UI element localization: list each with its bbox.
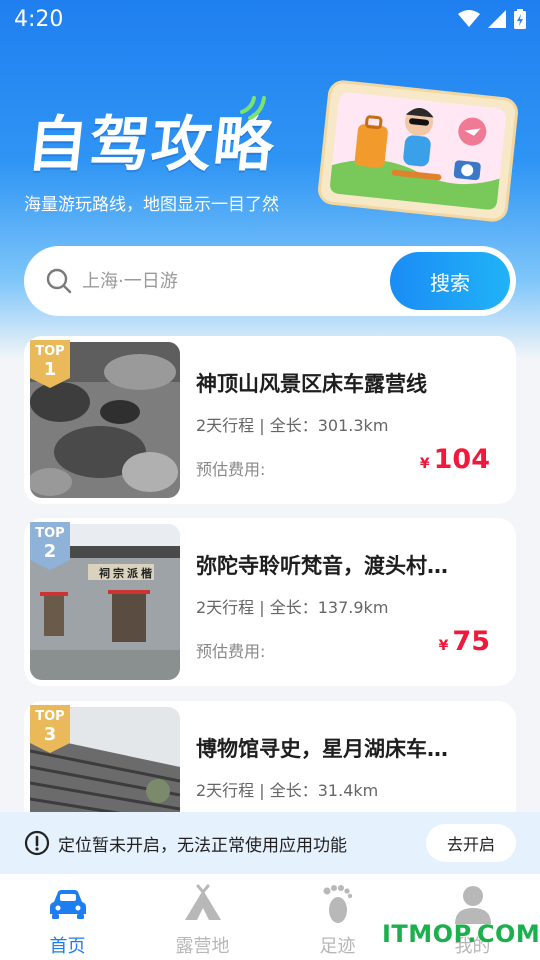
tent-icon bbox=[184, 884, 221, 920]
route-meta: 2天行程 | 全长：301.3km bbox=[196, 416, 389, 435]
location-notice-text: 定位暂未开启，无法正常使用应用功能 bbox=[58, 835, 347, 856]
tab-label: 首页 bbox=[49, 936, 86, 957]
hero-illustration bbox=[318, 80, 518, 222]
rank-badge: TOP 1 bbox=[30, 340, 70, 388]
search-input[interactable] bbox=[82, 270, 362, 292]
wifi-icon bbox=[458, 10, 480, 27]
route-card[interactable]: 祠宗派楷 TOP 2 弥陀寺聆听梵音，渡头村… 2天行程 | 全长：137.9k… bbox=[24, 518, 516, 686]
route-title: 弥陀寺聆听梵音，渡头村… bbox=[196, 554, 448, 578]
route-card[interactable]: TOP 1 神顶山风景区床车露营线 2天行程 | 全长：301.3km 预估费用… bbox=[24, 336, 516, 504]
watermark: ITMOP.COM bbox=[382, 920, 540, 948]
rank-badge: TOP 2 bbox=[30, 522, 70, 570]
route-price: ¥75 bbox=[438, 626, 490, 657]
status-time: 4:20 bbox=[14, 6, 64, 32]
signal-waves-icon bbox=[240, 96, 266, 120]
tab-label: 露营地 bbox=[175, 936, 230, 957]
tab-label: 足迹 bbox=[319, 936, 356, 957]
status-icons bbox=[458, 9, 526, 29]
search-button[interactable]: 搜索 bbox=[390, 252, 510, 310]
enable-location-button[interactable]: 去开启 bbox=[426, 824, 516, 862]
cost-label: 预估费用: bbox=[196, 460, 266, 479]
temple-sign-text: 祠宗派楷 bbox=[99, 567, 155, 580]
tab-campsite[interactable]: 露营地 bbox=[135, 874, 270, 960]
status-bar: 4:20 bbox=[0, 0, 540, 38]
route-meta: 2天行程 | 全长：137.9km bbox=[196, 598, 389, 617]
signal-icon bbox=[488, 10, 506, 28]
cost-label: 预估费用: bbox=[196, 642, 266, 661]
tab-home[interactable]: 首页 bbox=[0, 874, 135, 960]
route-meta: 2天行程 | 全长：31.4km bbox=[196, 781, 379, 800]
hero-subtitle: 海量游玩路线，地图显示一目了然 bbox=[24, 195, 279, 215]
route-title: 博物馆寻史，星月湖床车… bbox=[196, 737, 448, 761]
battery-icon bbox=[514, 9, 526, 29]
search-icon bbox=[46, 268, 72, 294]
rank-badge: TOP 3 bbox=[30, 705, 70, 753]
search-bar: 搜索 bbox=[24, 246, 516, 316]
location-notice: 定位暂未开启，无法正常使用应用功能 去开启 bbox=[0, 812, 540, 874]
route-price: ¥104 bbox=[419, 444, 490, 475]
info-alert-icon bbox=[24, 830, 50, 856]
route-title: 神顶山风景区床车露营线 bbox=[196, 372, 427, 396]
car-icon bbox=[49, 890, 86, 919]
footprint-icon bbox=[323, 885, 352, 923]
